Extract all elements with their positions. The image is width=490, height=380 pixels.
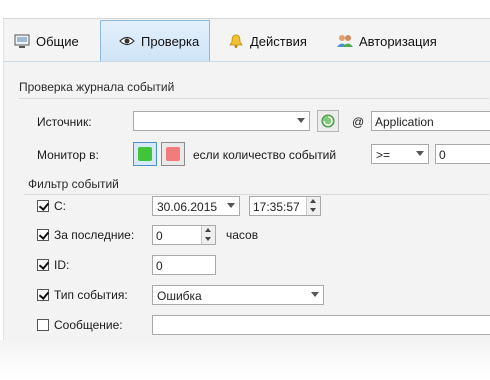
id-value: 0 bbox=[156, 259, 163, 273]
bell-icon bbox=[228, 34, 244, 48]
chevron-down-icon[interactable] bbox=[416, 151, 424, 156]
since-checkbox[interactable] bbox=[37, 200, 49, 212]
message-checkbox[interactable] bbox=[37, 319, 49, 331]
bottom-fade bbox=[0, 340, 490, 380]
since-time-value: 17:35:57 bbox=[253, 200, 300, 214]
chevron-down-icon[interactable] bbox=[311, 292, 319, 297]
green-swatch bbox=[138, 147, 152, 161]
log-name-field[interactable]: Application bbox=[371, 111, 490, 131]
monitor-label: Монитор в: bbox=[37, 148, 99, 162]
chevron-down-icon[interactable] bbox=[227, 203, 235, 208]
spin-up-icon[interactable] bbox=[310, 199, 316, 203]
at-label: @ bbox=[352, 115, 365, 129]
red-color-button[interactable] bbox=[161, 142, 185, 166]
section-title-event-log: Проверка журнала событий bbox=[19, 80, 175, 94]
last-hours-field[interactable]: 0 bbox=[152, 225, 216, 245]
event-type-combobox[interactable]: Ошибка bbox=[152, 285, 324, 305]
spin-down-icon[interactable] bbox=[310, 208, 316, 212]
event-type-value: Ошибка bbox=[157, 289, 202, 303]
tab-label: Проверка bbox=[141, 33, 200, 49]
tab-label: Авторизация bbox=[359, 33, 437, 49]
tab-label: Общие bbox=[36, 33, 79, 49]
section-divider bbox=[19, 98, 489, 99]
tab-label: Действия bbox=[250, 33, 307, 49]
users-icon bbox=[337, 34, 353, 48]
red-swatch bbox=[166, 147, 180, 161]
tab-general[interactable]: Общие bbox=[14, 22, 99, 60]
operator-value: >= bbox=[376, 148, 391, 162]
event-type-label: Тип события: bbox=[54, 288, 128, 302]
tab-actions[interactable]: Действия bbox=[228, 22, 318, 60]
message-label: Сообщение: bbox=[54, 318, 123, 332]
time-spinner[interactable] bbox=[306, 197, 320, 215]
condition-label: если количество событий bbox=[193, 148, 337, 162]
spin-up-icon[interactable] bbox=[205, 228, 211, 232]
last-hours-value: 0 bbox=[156, 229, 163, 243]
chevron-down-icon[interactable] bbox=[297, 118, 305, 123]
operator-combobox[interactable]: >= bbox=[371, 144, 429, 164]
green-color-button[interactable] bbox=[133, 142, 157, 166]
id-label: ID: bbox=[54, 258, 70, 272]
monitor-icon bbox=[14, 34, 30, 48]
since-label: С: bbox=[54, 199, 66, 213]
last-checkbox[interactable] bbox=[37, 229, 49, 241]
count-value: 0 bbox=[439, 148, 446, 162]
tab-bar: Общие Проверка Действия Авторизация bbox=[4, 19, 490, 62]
since-time-field[interactable]: 17:35:57 bbox=[249, 196, 321, 216]
source-label: Источник: bbox=[37, 115, 92, 129]
section-title-filter: Фильтр событий bbox=[28, 177, 119, 191]
event-type-checkbox[interactable] bbox=[37, 289, 49, 301]
refresh-icon bbox=[321, 114, 335, 128]
settings-panel: Общие Проверка Действия Авторизация Пров… bbox=[3, 18, 490, 359]
tab-authorization[interactable]: Авторизация bbox=[337, 22, 447, 60]
last-label: За последние: bbox=[54, 228, 135, 242]
count-field[interactable]: 0 bbox=[435, 144, 490, 164]
eye-icon bbox=[119, 34, 135, 48]
id-field[interactable]: 0 bbox=[152, 255, 216, 275]
log-name-value: Application bbox=[375, 115, 434, 129]
message-field[interactable] bbox=[152, 315, 490, 335]
spin-down-icon[interactable] bbox=[205, 237, 211, 241]
tab-check[interactable]: Проверка bbox=[100, 20, 210, 61]
id-checkbox[interactable] bbox=[37, 259, 49, 271]
since-date-value: 30.06.2015 bbox=[157, 200, 218, 214]
refresh-button[interactable] bbox=[317, 110, 339, 132]
hours-spinner[interactable] bbox=[201, 226, 215, 244]
source-combobox[interactable] bbox=[133, 111, 310, 131]
section-divider bbox=[24, 194, 489, 195]
since-date-picker[interactable]: 30.06.2015 bbox=[152, 196, 240, 216]
hours-unit-label: часов bbox=[226, 228, 259, 242]
